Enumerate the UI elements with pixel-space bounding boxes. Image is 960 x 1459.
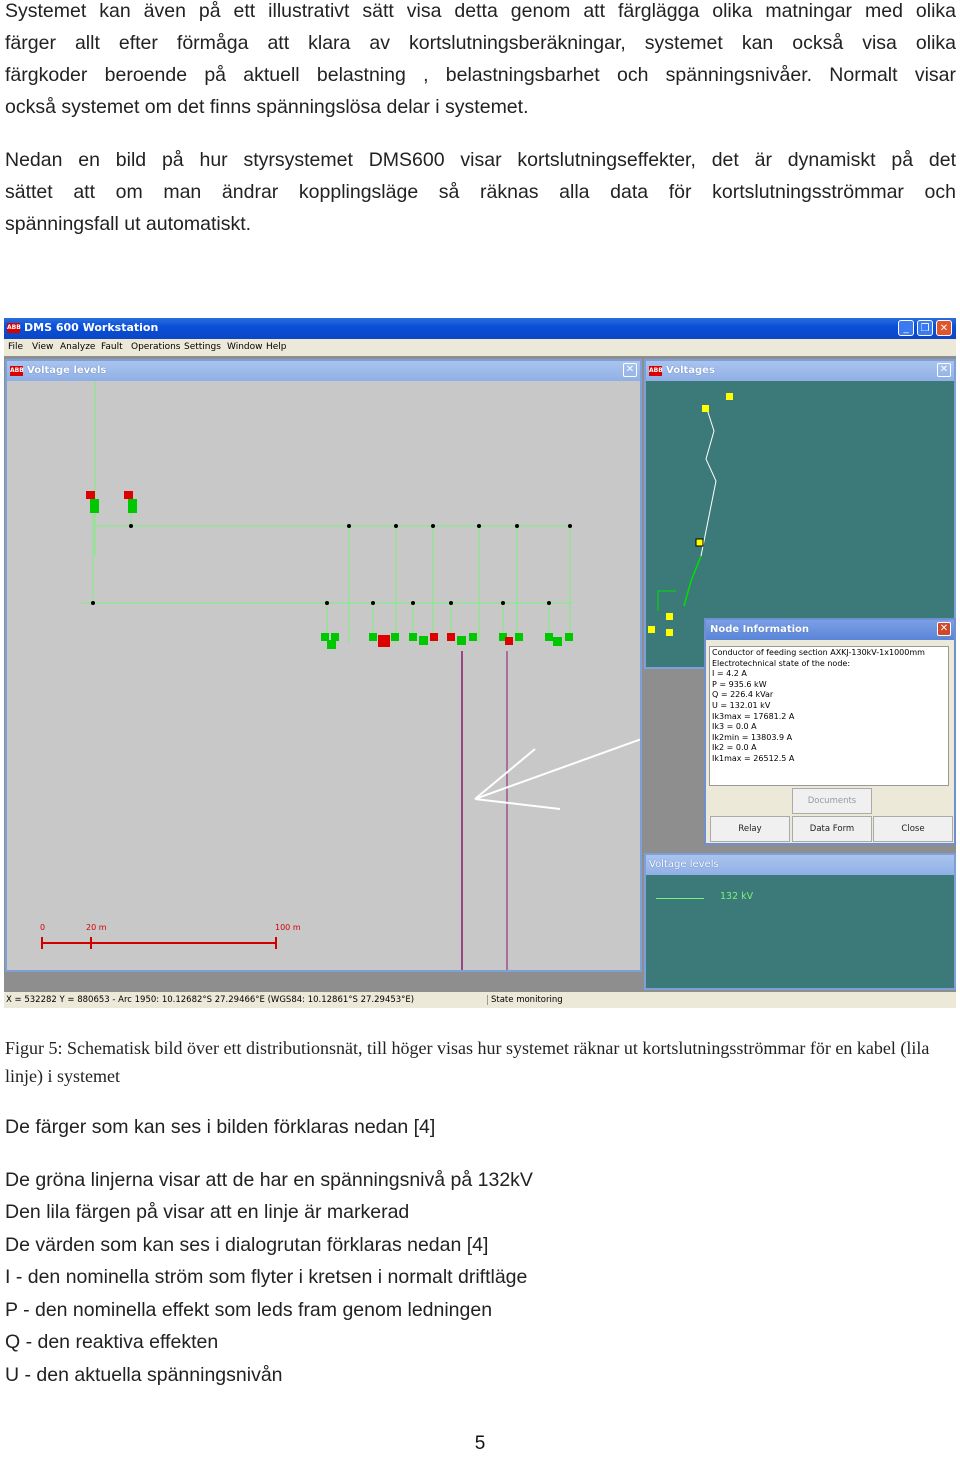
window-title: Voltage levels [27, 365, 107, 376]
node-info-text: Conductor of feeding section AXKJ-130kV-… [709, 646, 949, 786]
nodes [91, 524, 572, 605]
menu-item-fault[interactable]: Fault [101, 342, 123, 352]
coordinates-readout: X = 532282 Y = 880653 - Arc 1950: 10.126… [6, 995, 415, 1005]
menu-item-analyze[interactable]: Analyze [60, 342, 95, 352]
arrow-annotation [474, 738, 640, 810]
app-titlebar: ABB DMS 600 Workstation _ ❐ ✕ [4, 318, 956, 339]
menu-bar: File View Analyze Fault Operations Setti… [4, 339, 956, 356]
text-line: Q - den reaktiva effekten [5, 1331, 219, 1353]
scale-label: 100 m [275, 923, 301, 932]
close-icon[interactable]: ✕ [623, 363, 637, 377]
info-line: Ik1max = 26512.5 A [712, 753, 795, 763]
menu-item-file[interactable]: File [8, 342, 23, 352]
status-mode: State monitoring [487, 995, 563, 1005]
info-line: Q = 226.4 kVar [712, 690, 774, 700]
minimize-button[interactable]: _ [898, 320, 914, 336]
data-form-button[interactable]: Data Form [792, 816, 872, 842]
text-line: också systemet om det finns spänningslös… [5, 96, 529, 118]
info-line: P = 935.6 kW [712, 679, 767, 689]
abb-logo: ABB [649, 366, 663, 376]
node-information-titlebar: Node Information ✕ [706, 620, 954, 640]
info-line: Electrotechnical state of the node: [712, 658, 851, 668]
info-line: Ik3max = 17681.2 A [712, 711, 795, 721]
scale-label: 20 m [86, 923, 107, 932]
text-line: De värden som kan ses i dialogrutan förk… [5, 1234, 489, 1256]
text-line: I - den nominella ström som flyter i kre… [5, 1266, 528, 1288]
app-title: DMS 600 Workstation [24, 321, 159, 334]
network-diagram: 0 20 m 100 m [40, 381, 640, 970]
relay-button[interactable]: Relay [710, 816, 790, 842]
info-line: I = 4.2 A [712, 669, 747, 679]
legend-label: 132 kV [720, 891, 754, 902]
status-bar: X = 532282 Y = 880653 - Arc 1950: 10.126… [4, 992, 956, 1008]
restore-button[interactable]: ❐ [917, 320, 933, 336]
documents-button[interactable]: Documents [792, 788, 872, 814]
text-line: U - den aktuella spänningsnivån [5, 1364, 283, 1386]
menu-item-view[interactable]: View [32, 342, 53, 352]
info-line: Ik3 = 0.0 A [712, 722, 757, 732]
page-number: 5 [474, 1433, 486, 1454]
text-line: De gröna linjerna visar att de har en sp… [5, 1169, 533, 1191]
dialog-title: Node Information [710, 624, 810, 635]
dms600-screenshot: ABB DMS 600 Workstation _ ❐ ✕ File View … [4, 318, 956, 1008]
close-icon[interactable]: ✕ [937, 622, 951, 636]
scale-label: 0 [40, 923, 45, 932]
voltage-legend-window: Voltage levels 132 kV [644, 853, 956, 990]
abb-logo: ABB [7, 323, 21, 333]
voltage-levels-window: ABB Voltage levels ✕ 0 20 m 100 m [5, 359, 642, 972]
info-line: U = 132.01 kV [712, 700, 771, 710]
close-icon[interactable]: ✕ [937, 363, 951, 377]
legend-titlebar: Voltage levels [646, 855, 954, 875]
window-title: Voltage levels [649, 859, 719, 870]
text-line: spänningsfall ut automatiskt. [5, 213, 252, 235]
voltage-levels-titlebar: ABB Voltage levels ✕ [7, 361, 640, 381]
text-line: P - den nominella effekt som leds fram g… [5, 1299, 493, 1321]
abb-logo: ABB [10, 366, 24, 376]
voltages-titlebar: ABB Voltages ✕ [646, 361, 954, 381]
menu-item-help[interactable]: Help [266, 342, 287, 352]
scale-bar [41, 937, 277, 949]
menu-item-operations[interactable]: Operations [131, 342, 180, 352]
menu-item-window[interactable]: Window [227, 342, 263, 352]
close-button[interactable]: ✕ [936, 320, 952, 336]
close-button[interactable]: Close [873, 816, 953, 842]
window-title: Voltages [666, 365, 715, 376]
info-line: Ik2 = 0.0 A [712, 743, 757, 753]
figure-caption: Figur 5: Schematisk bild över ett distri… [5, 1038, 930, 1086]
text-line: De färger som kan ses i bilden förklaras… [5, 1116, 436, 1138]
info-line: Conductor of feeding section AXKJ-130kV-… [712, 648, 925, 657]
switches [86, 491, 573, 649]
legend-swatch [656, 898, 704, 899]
node-information-dialog: Node Information ✕ Conductor of feeding … [704, 618, 956, 845]
menu-item-settings[interactable]: Settings [184, 342, 221, 352]
text-line: Den lila färgen på visar att en linje är… [5, 1201, 410, 1223]
info-line: Ik2min = 13803.9 A [712, 732, 793, 742]
